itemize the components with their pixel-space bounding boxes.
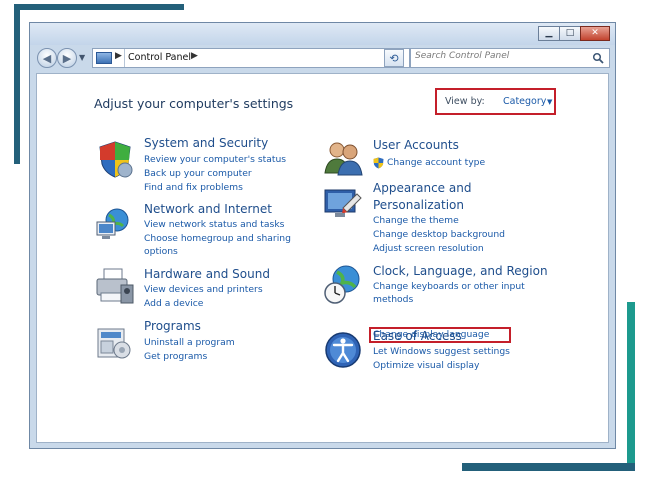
content-panel: Adjust your computer's settings View by:… bbox=[36, 73, 609, 443]
category-title-ease-of-access[interactable]: Ease of Access bbox=[373, 329, 462, 343]
link-view-devices-printers[interactable]: View devices and printers bbox=[144, 284, 263, 296]
display-icon bbox=[324, 189, 362, 217]
link-back-up-computer[interactable]: Back up your computer bbox=[144, 168, 252, 180]
back-button[interactable]: ◀ bbox=[37, 48, 57, 68]
link-optimize-visual-display[interactable]: Optimize visual display bbox=[373, 360, 479, 372]
address-separator bbox=[124, 49, 125, 67]
network-icon bbox=[96, 208, 129, 239]
close-button[interactable]: ✕ bbox=[580, 26, 610, 41]
search-icon[interactable] bbox=[592, 52, 604, 64]
category-title-network-and-internet[interactable]: Network and Internet bbox=[144, 202, 272, 216]
shield-icon bbox=[99, 141, 133, 178]
category-title-system-and-security[interactable]: System and Security bbox=[144, 136, 268, 150]
category-title-personalization[interactable]: Personalization bbox=[373, 198, 464, 212]
link-choose-homegroup-options[interactable]: options bbox=[144, 246, 178, 258]
recent-pages-dropdown[interactable]: ▼ bbox=[79, 53, 85, 62]
link-view-network-status[interactable]: View network status and tasks bbox=[144, 219, 284, 231]
link-review-computer-status[interactable]: Review your computer's status bbox=[144, 154, 286, 166]
uac-shield-icon bbox=[373, 157, 384, 169]
refresh-button[interactable]: ⟲ bbox=[384, 49, 404, 67]
control-panel-icon bbox=[96, 52, 112, 64]
link-change-keyboards-methods[interactable]: methods bbox=[373, 294, 413, 306]
back-arrow-icon: ◀ bbox=[42, 51, 52, 65]
link-add-device[interactable]: Add a device bbox=[144, 298, 203, 310]
maximize-button[interactable]: □ bbox=[559, 26, 581, 41]
forward-arrow-icon: ▶ bbox=[62, 51, 72, 65]
decor-bar-right bbox=[627, 302, 635, 470]
link-find-fix-problems[interactable]: Find and fix problems bbox=[144, 182, 243, 194]
link-let-windows-suggest[interactable]: Let Windows suggest settings bbox=[373, 346, 510, 358]
programs-icon bbox=[97, 328, 131, 359]
link-get-programs[interactable]: Get programs bbox=[144, 351, 207, 363]
breadcrumb-chevron-icon[interactable]: ▶ bbox=[191, 51, 198, 61]
link-change-desktop-background[interactable]: Change desktop background bbox=[373, 229, 505, 241]
printer-icon bbox=[96, 268, 134, 304]
navigation-bar: ◀ ▶ ▼ ▶ Control Panel ▶ ▼ ⟲ bbox=[30, 45, 615, 73]
control-panel-window: ▁ □ ✕ ◀ ▶ ▼ ▶ Control Panel ▶ ▼ ⟲ Adjust… bbox=[29, 22, 616, 449]
link-adjust-screen-resolution[interactable]: Adjust screen resolution bbox=[373, 243, 484, 255]
search-input[interactable] bbox=[415, 51, 585, 61]
category-title-appearance[interactable]: Appearance and bbox=[373, 181, 471, 195]
category-title-clock-language-region[interactable]: Clock, Language, and Region bbox=[373, 264, 548, 278]
decor-bar-top bbox=[14, 4, 184, 10]
minimize-button[interactable]: ▁ bbox=[538, 26, 560, 41]
globe-clock-icon bbox=[324, 265, 360, 304]
users-icon bbox=[324, 142, 363, 176]
page-title: Adjust your computer's settings bbox=[94, 96, 294, 111]
refresh-icon: ⟲ bbox=[389, 51, 399, 65]
close-icon: ✕ bbox=[591, 28, 599, 38]
maximize-icon: □ bbox=[565, 28, 575, 38]
title-bar[interactable]: ▁ □ ✕ bbox=[30, 23, 615, 45]
decor-bar-left bbox=[14, 4, 20, 164]
caption-buttons: ▁ □ ✕ bbox=[538, 26, 610, 41]
breadcrumb-chevron-icon[interactable]: ▶ bbox=[115, 51, 122, 61]
decor-bar-bottom bbox=[462, 463, 635, 471]
accessibility-icon bbox=[325, 332, 361, 368]
link-change-theme[interactable]: Change the theme bbox=[373, 215, 459, 227]
link-choose-homegroup[interactable]: Choose homegroup and sharing bbox=[144, 233, 291, 245]
category-title-programs[interactable]: Programs bbox=[144, 319, 201, 333]
link-change-keyboards[interactable]: Change keyboards or other input bbox=[373, 281, 525, 293]
minimize-icon: ▁ bbox=[545, 28, 553, 38]
address-bar[interactable]: ▶ Control Panel ▶ ▼ bbox=[92, 48, 436, 68]
highlight-box-view-by bbox=[435, 88, 556, 115]
search-box[interactable] bbox=[410, 48, 610, 68]
breadcrumb-control-panel[interactable]: Control Panel bbox=[128, 52, 191, 63]
forward-button[interactable]: ▶ bbox=[57, 48, 77, 68]
link-change-account-type[interactable]: Change account type bbox=[387, 157, 485, 169]
category-title-hardware-and-sound[interactable]: Hardware and Sound bbox=[144, 267, 270, 281]
link-uninstall-program[interactable]: Uninstall a program bbox=[144, 337, 235, 349]
category-title-user-accounts[interactable]: User Accounts bbox=[373, 138, 459, 152]
